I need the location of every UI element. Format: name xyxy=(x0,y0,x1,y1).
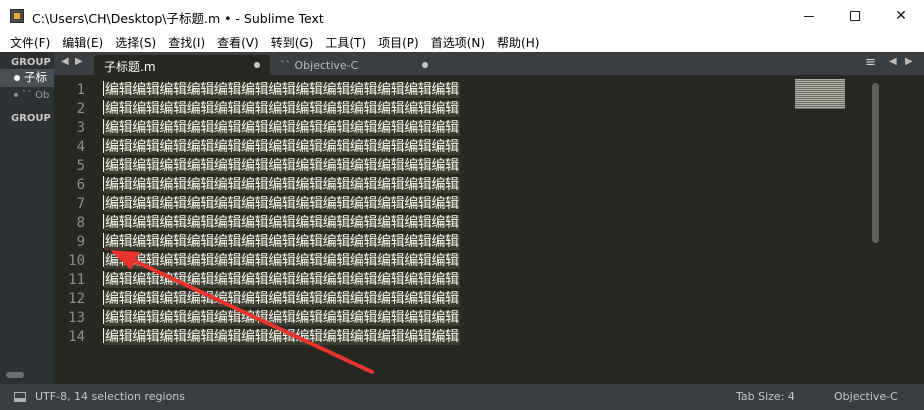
line-number: 4 xyxy=(76,139,85,155)
tab-prev-icon[interactable]: ◀ xyxy=(61,56,69,67)
line-number: 3 xyxy=(76,120,85,136)
selected-text: 编辑编辑编辑编辑编辑编辑编辑编辑编辑编辑编辑编辑编辑 xyxy=(104,272,460,288)
menu-selection[interactable]: 选择(S) xyxy=(109,32,162,52)
status-tab-size[interactable]: Tab Size: 4 xyxy=(736,390,795,403)
selected-text: 编辑编辑编辑编辑编辑编辑编辑编辑编辑编辑编辑编辑编辑 xyxy=(104,253,460,269)
code-line[interactable]: 编辑编辑编辑编辑编辑编辑编辑编辑编辑编辑编辑编辑编辑 xyxy=(103,328,460,347)
title-bar: C:\Users\CH\Desktop\子标题.m • - Sublime Te… xyxy=(0,0,924,32)
tab-prev-icon[interactable]: ◀ xyxy=(889,56,897,67)
line-number: 12 xyxy=(68,291,85,307)
line-number: 14 xyxy=(68,329,85,345)
tab-menu-icon[interactable]: ≡ xyxy=(865,55,876,70)
line-number: 6 xyxy=(76,177,85,193)
window-title: C:\Users\CH\Desktop\子标题.m • - Sublime Te… xyxy=(32,11,324,26)
minimap[interactable] xyxy=(795,79,845,109)
line-number: 2 xyxy=(76,101,85,117)
code-line[interactable]: 编辑编辑编辑编辑编辑编辑编辑编辑编辑编辑编辑编辑编辑 xyxy=(103,157,460,176)
minimize-icon xyxy=(804,15,814,17)
unsaved-dot-icon xyxy=(14,93,18,97)
unsaved-dot-icon[interactable] xyxy=(254,62,260,68)
selected-text: 编辑编辑编辑编辑编辑编辑编辑编辑编辑编辑编辑编辑编辑 xyxy=(104,101,460,117)
code-line[interactable]: 编辑编辑编辑编辑编辑编辑编辑编辑编辑编辑编辑编辑编辑 xyxy=(103,309,460,328)
status-syntax[interactable]: Objective-C xyxy=(834,390,898,403)
close-icon: ✕ xyxy=(895,8,907,24)
code-line[interactable]: 编辑编辑编辑编辑编辑编辑编辑编辑编辑编辑编辑编辑编辑 xyxy=(103,100,460,119)
selected-text: 编辑编辑编辑编辑编辑编辑编辑编辑编辑编辑编辑编辑编辑 xyxy=(104,177,460,193)
status-encoding-selection: UTF-8, 14 selection regions xyxy=(35,390,186,403)
selected-text: 编辑编辑编辑编辑编辑编辑编辑编辑编辑编辑编辑编辑编辑 xyxy=(104,139,460,155)
sidebar-file-label: `` Ob xyxy=(22,90,50,101)
unsaved-dot-icon[interactable] xyxy=(422,62,428,68)
code-line[interactable]: 编辑编辑编辑编辑编辑编辑编辑编辑编辑编辑编辑编辑编辑 xyxy=(103,233,460,252)
vertical-scrollbar[interactable] xyxy=(872,83,879,243)
sidebar-group-title: GROUP xyxy=(11,113,51,124)
selected-text: 编辑编辑编辑编辑编辑编辑编辑编辑编辑编辑编辑编辑编辑 xyxy=(104,234,460,250)
menu-file[interactable]: 文件(F) xyxy=(4,32,56,52)
line-number: 8 xyxy=(76,215,85,231)
maximize-button[interactable] xyxy=(832,0,878,32)
code-line[interactable]: 编辑编辑编辑编辑编辑编辑编辑编辑编辑编辑编辑编辑编辑 xyxy=(103,81,460,100)
line-number: 13 xyxy=(68,310,85,326)
sidebar-scrollbar[interactable] xyxy=(6,372,24,378)
close-button[interactable]: ✕ xyxy=(878,0,924,32)
tab-objective-c[interactable]: `` Objective-C xyxy=(270,55,438,75)
sidebar-group-title: GROUP xyxy=(11,57,51,68)
status-bar: UTF-8, 14 selection regions Tab Size: 4 … xyxy=(0,384,924,410)
selected-text: 编辑编辑编辑编辑编辑编辑编辑编辑编辑编辑编辑编辑编辑 xyxy=(104,158,460,174)
code-line[interactable]: 编辑编辑编辑编辑编辑编辑编辑编辑编辑编辑编辑编辑编辑 xyxy=(103,195,460,214)
selected-text: 编辑编辑编辑编辑编辑编辑编辑编辑编辑编辑编辑编辑编辑 xyxy=(104,196,460,212)
tab-label: `` Objective-C xyxy=(280,59,359,72)
line-number: 9 xyxy=(76,234,85,250)
tab-active-file[interactable]: 子标题.m xyxy=(94,55,270,75)
line-number: 1 xyxy=(76,82,85,98)
menu-project[interactable]: 项目(P) xyxy=(372,32,425,52)
line-number: 5 xyxy=(76,158,85,174)
menu-goto[interactable]: 转到(G) xyxy=(265,32,320,52)
tab-bar: ◀ ▶ 子标题.m `` Objective-C ≡ ◀ ▶ xyxy=(54,52,924,75)
sidebar-file[interactable]: `` Ob xyxy=(0,90,54,108)
line-number-gutter: 1 2 3 4 5 6 7 8 9 10 11 12 13 14 xyxy=(54,81,101,347)
line-number: 10 xyxy=(68,253,85,269)
code-line[interactable]: 编辑编辑编辑编辑编辑编辑编辑编辑编辑编辑编辑编辑编辑 xyxy=(103,176,460,195)
selected-text: 编辑编辑编辑编辑编辑编辑编辑编辑编辑编辑编辑编辑编辑 xyxy=(104,120,460,136)
menu-find[interactable]: 查找(I) xyxy=(162,32,211,52)
editor[interactable]: 1 2 3 4 5 6 7 8 9 10 11 12 13 14 编辑编辑编辑编辑编辑编辑编辑编辑编辑编辑… xyxy=(54,75,924,384)
selected-text: 编辑编辑编辑编辑编辑编辑编辑编辑编辑编辑编辑编辑编辑 xyxy=(104,82,460,98)
tab-label: 子标题.m xyxy=(104,60,156,74)
line-number: 11 xyxy=(68,272,85,288)
minimize-button[interactable] xyxy=(786,0,832,32)
code-line[interactable]: 编辑编辑编辑编辑编辑编辑编辑编辑编辑编辑编辑编辑编辑 xyxy=(103,214,460,233)
menu-help[interactable]: 帮助(H) xyxy=(491,32,545,52)
menu-edit[interactable]: 编辑(E) xyxy=(56,32,109,52)
selected-text: 编辑编辑编辑编辑编辑编辑编辑编辑编辑编辑编辑编辑编辑 xyxy=(104,215,460,231)
code-line[interactable]: 编辑编辑编辑编辑编辑编辑编辑编辑编辑编辑编辑编辑编辑 xyxy=(103,119,460,138)
tab-next-icon[interactable]: ▶ xyxy=(75,56,83,67)
sidebar: GROUP 子标 `` Ob GROUP xyxy=(0,52,54,384)
unsaved-dot-icon xyxy=(14,74,20,81)
selected-text: 编辑编辑编辑编辑编辑编辑编辑编辑编辑编辑编辑编辑编辑 xyxy=(104,329,460,345)
menu-preferences[interactable]: 首选项(N) xyxy=(425,32,491,52)
code-line[interactable]: 编辑编辑编辑编辑编辑编辑编辑编辑编辑编辑编辑编辑编辑 xyxy=(103,252,460,271)
sidebar-file-active[interactable]: 子标 xyxy=(0,69,54,87)
selected-text: 编辑编辑编辑编辑编辑编辑编辑编辑编辑编辑编辑编辑编辑 xyxy=(104,291,460,307)
code-line[interactable]: 编辑编辑编辑编辑编辑编辑编辑编辑编辑编辑编辑编辑编辑 xyxy=(103,138,460,157)
code-area[interactable]: 编辑编辑编辑编辑编辑编辑编辑编辑编辑编辑编辑编辑编辑 编辑编辑编辑编辑编辑编辑编辑… xyxy=(103,81,460,347)
tab-next-icon[interactable]: ▶ xyxy=(905,56,913,67)
code-line[interactable]: 编辑编辑编辑编辑编辑编辑编辑编辑编辑编辑编辑编辑编辑 xyxy=(103,271,460,290)
sidebar-file-label: 子标 xyxy=(24,70,47,84)
menu-view[interactable]: 查看(V) xyxy=(211,32,265,52)
panel-toggle-icon[interactable] xyxy=(14,392,26,402)
sublime-text-icon xyxy=(10,9,24,23)
line-number: 7 xyxy=(76,196,85,212)
menu-tools[interactable]: 工具(T) xyxy=(319,32,372,52)
menu-bar: 文件(F) 编辑(E) 选择(S) 查找(I) 查看(V) 转到(G) 工具(T… xyxy=(0,32,924,52)
selected-text: 编辑编辑编辑编辑编辑编辑编辑编辑编辑编辑编辑编辑编辑 xyxy=(104,310,460,326)
code-line[interactable]: 编辑编辑编辑编辑编辑编辑编辑编辑编辑编辑编辑编辑编辑 xyxy=(103,290,460,309)
maximize-icon xyxy=(850,11,860,21)
